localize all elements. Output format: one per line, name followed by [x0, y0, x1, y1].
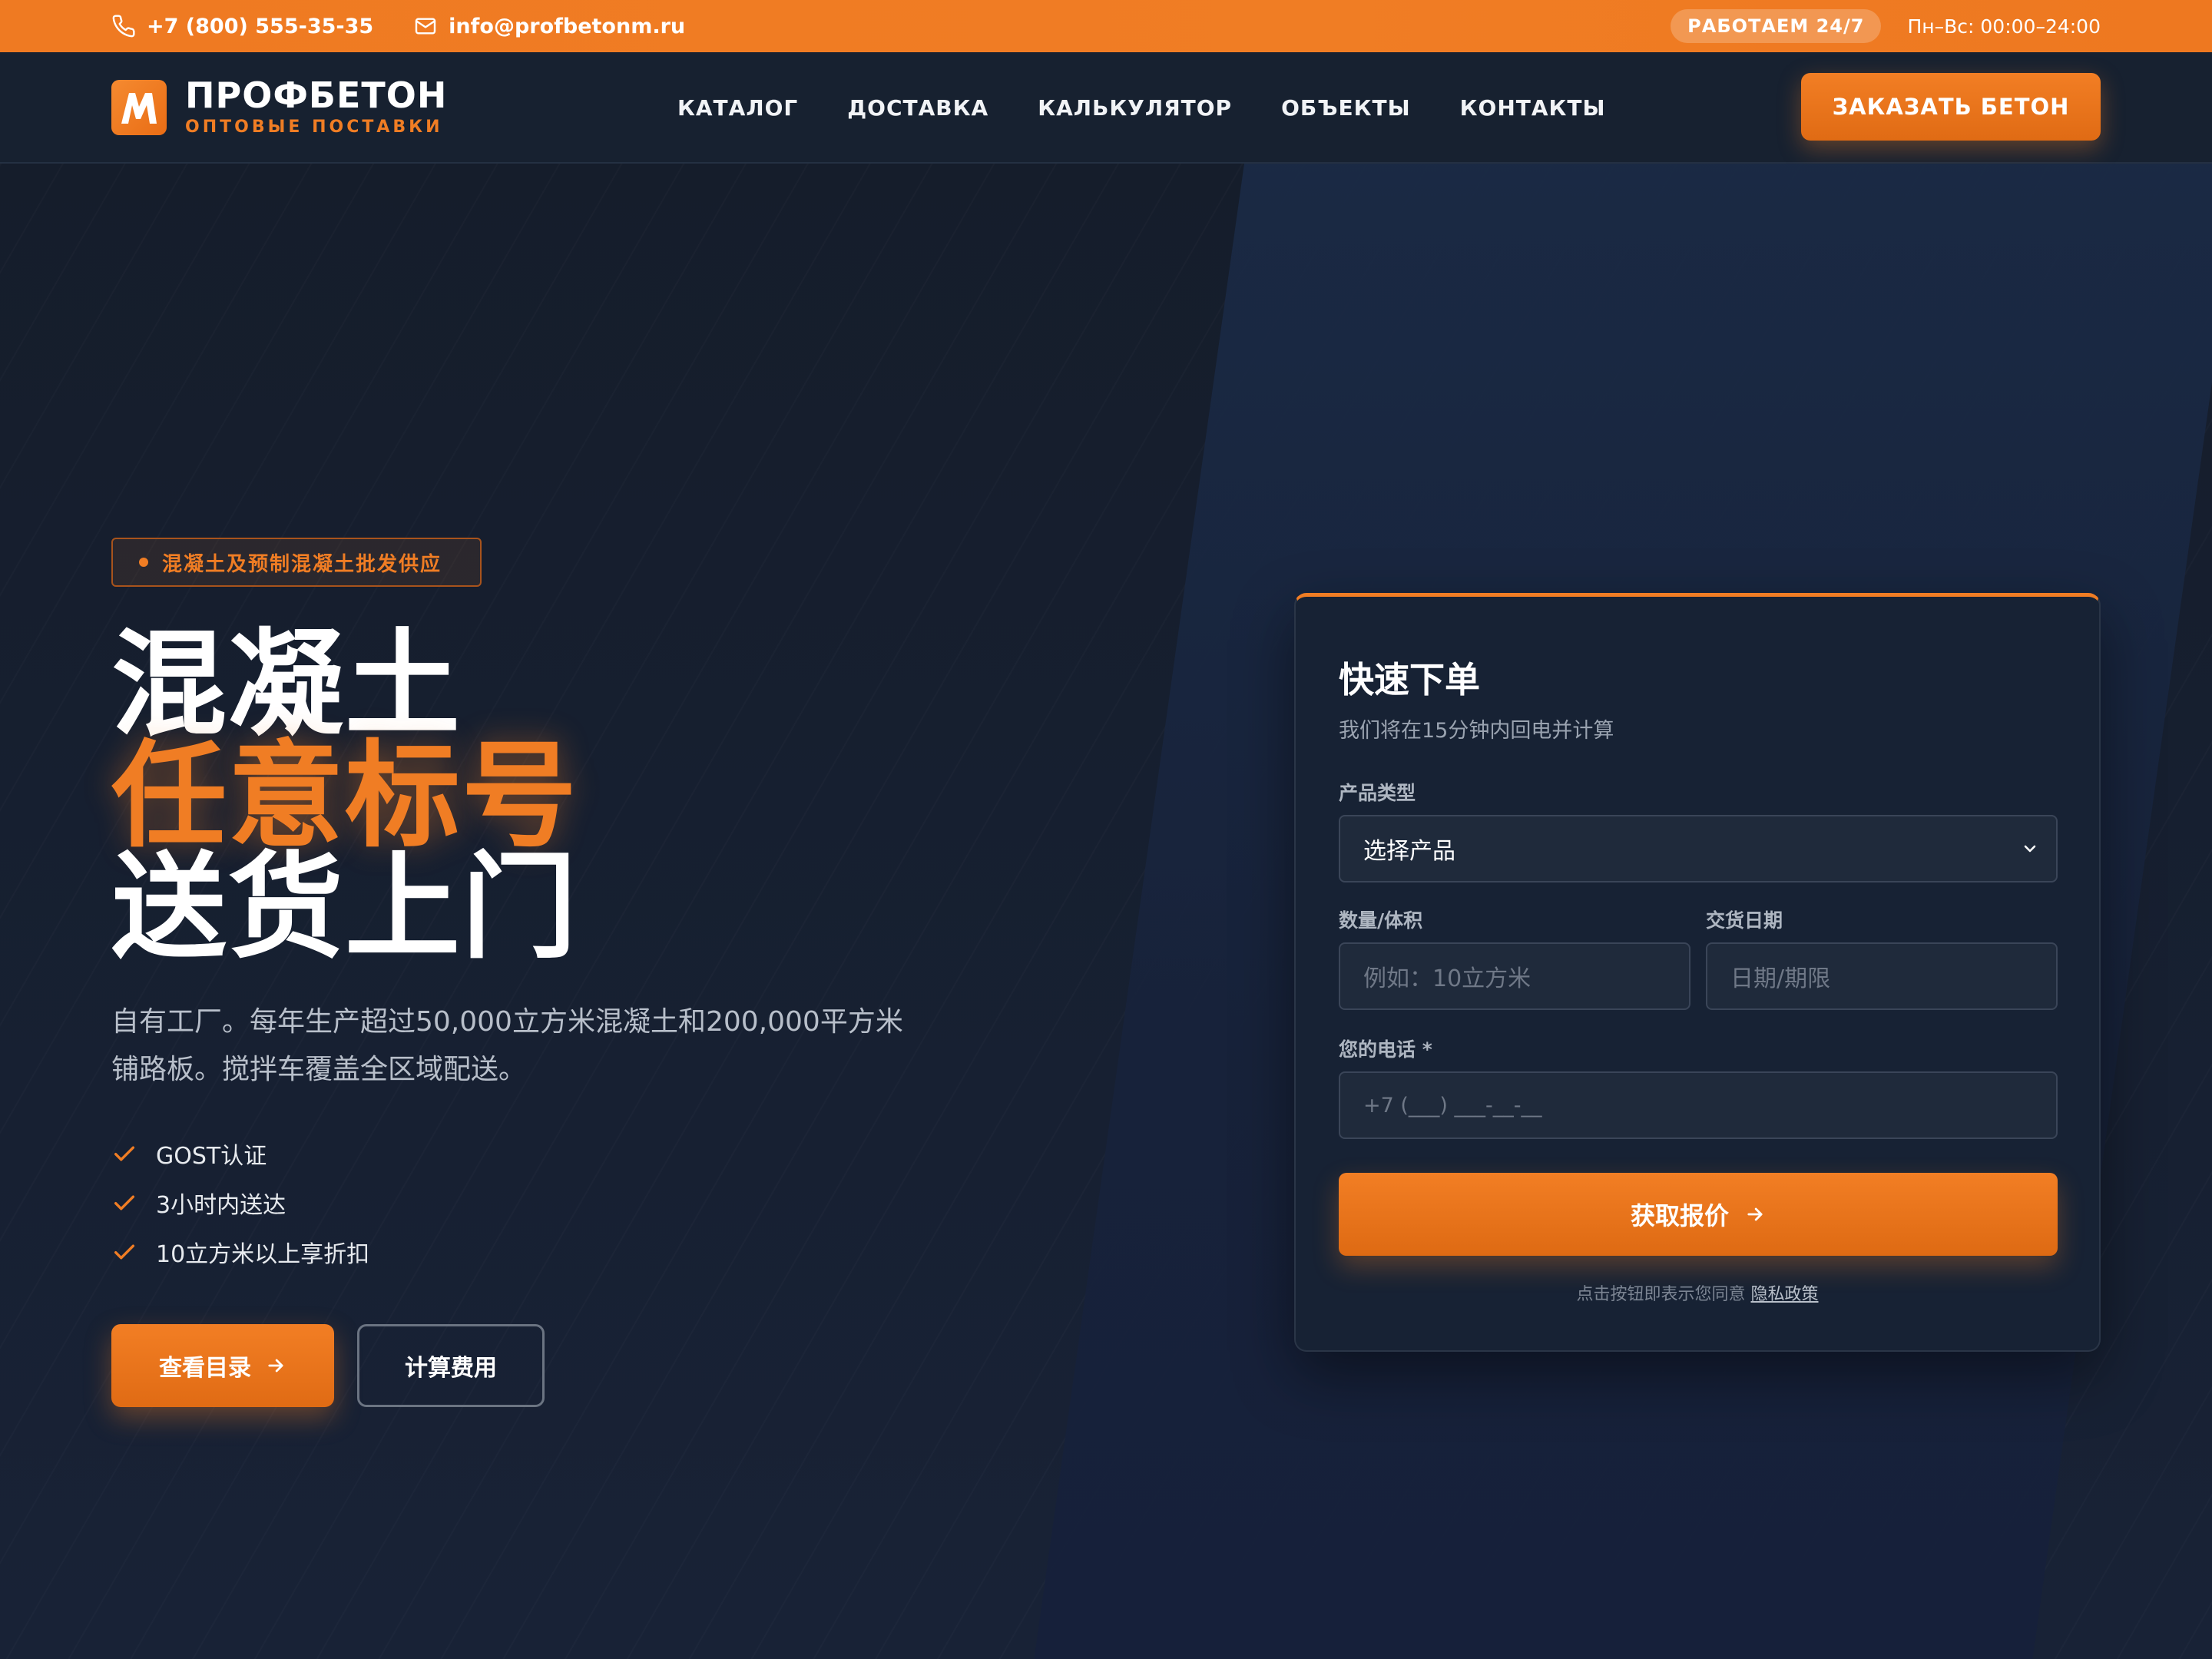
feature-item: GOST认证: [111, 1129, 369, 1178]
top-bar-hours: РАБОТАЕМ 24/7 Пн–Вс: 00:00–24:00: [1671, 9, 2101, 43]
hero-tagline: 混凝土及预制混凝土批发供应: [111, 538, 482, 587]
quantity-label: 数量/体积: [1339, 909, 1423, 932]
nav-calculator[interactable]: КАЛЬКУЛЯТОР: [1038, 95, 1232, 121]
phone-text: +7 (800) 555-35-35: [147, 14, 374, 38]
quantity-input[interactable]: 例如：10立方米: [1339, 942, 1690, 1010]
logo-m-icon: [111, 79, 167, 135]
arrow-right-icon: [268, 1359, 283, 1373]
email-link[interactable]: info@profbetonm.ru: [413, 14, 685, 38]
feature-text: 3小时内送达: [156, 1192, 286, 1219]
phone-placeholder: +7 (___) ___-__-__: [1363, 1093, 1542, 1118]
hero-headline: 混凝土 任意标号 送货上门: [111, 618, 579, 975]
feature-text: 10立方米以上享折扣: [156, 1241, 370, 1268]
tagline-dot: [139, 558, 148, 567]
headline-line-1: 混凝土: [111, 618, 462, 752]
nav-delivery[interactable]: ДОСТАВКА: [847, 95, 988, 121]
feature-item: 3小时内送达: [111, 1178, 369, 1227]
top-bar-contacts: +7 (800) 555-35-35 info@profbetonm.ru: [111, 14, 725, 38]
form-subtitle: 我们将在15分钟内回电并计算: [1339, 719, 1614, 743]
quantity-placeholder: 例如：10立方米: [1363, 965, 1532, 992]
delivery-date-input[interactable]: 日期/期限: [1706, 942, 2058, 1010]
phone-input[interactable]: +7 (___) ___-__-__: [1339, 1071, 2058, 1139]
check-icon: [114, 1146, 135, 1161]
get-quote-label: 获取报价: [1630, 1201, 1729, 1230]
arrow-right-icon: [1747, 1207, 1763, 1221]
get-quote-button[interactable]: 获取报价: [1339, 1173, 2058, 1256]
nav-contacts[interactable]: КОНТАКТЫ: [1460, 95, 1606, 121]
privacy-text: 点击按钮即表示您同意: [1576, 1285, 1746, 1304]
order-concrete-button[interactable]: ЗАКАЗАТЬ БЕТОН: [1801, 73, 2101, 141]
check-icon: [114, 1195, 135, 1210]
privacy-policy-link[interactable]: 隐私政策: [1751, 1285, 1819, 1304]
feature-list: GOST认证 3小时内送达 10立方米以上享折扣: [111, 1129, 369, 1277]
headline-line-2: 任意标号: [111, 730, 579, 863]
form-title: 快速下单: [1339, 659, 1480, 700]
mail-icon: [415, 18, 436, 35]
headline-line-3: 送货上门: [111, 841, 579, 975]
phone-label: 您的电话 *: [1339, 1038, 1432, 1061]
logo-subtitle: ОПТОВЫЕ ПОСТАВКИ: [185, 118, 443, 137]
email-text: info@profbetonm.ru: [449, 14, 686, 38]
date-placeholder: 日期/期限: [1730, 965, 1831, 992]
logo[interactable]: ПРОФБЕТОН ОПТОВЫЕ ПОСТАВКИ: [111, 78, 447, 137]
check-icon: [114, 1244, 135, 1260]
view-catalog-label: 查看目录: [159, 1355, 251, 1382]
product-type-select[interactable]: 选择产品: [1339, 815, 2058, 882]
product-select-value: 选择产品: [1363, 838, 1455, 865]
logo-name: ПРОФБЕТОН: [185, 75, 448, 116]
privacy-note: 点击按钮即表示您同意 隐私政策: [1296, 1280, 2099, 1305]
phone-link[interactable]: +7 (800) 555-35-35: [111, 14, 373, 38]
product-type-label: 产品类型: [1339, 782, 1416, 804]
site-header: ПРОФБЕТОН ОПТОВЫЕ ПОСТАВКИ КАТАЛОГ ДОСТА…: [0, 52, 2212, 164]
delivery-date-label: 交货日期: [1706, 909, 1783, 932]
quick-order-card: 快速下单 我们将在15分钟内回电并计算 产品类型 选择产品 数量/体积 例如：1…: [1294, 593, 2101, 1352]
view-catalog-button[interactable]: 查看目录: [111, 1324, 334, 1407]
phone-icon: [112, 15, 135, 38]
logo-m-glyph: [121, 92, 157, 124]
nav-objects[interactable]: ОБЪЕКТЫ: [1281, 95, 1411, 121]
main-nav: КАТАЛОГ ДОСТАВКА КАЛЬКУЛЯТОР ОБЪЕКТЫ КОН…: [677, 52, 1655, 164]
working-hours: Пн–Вс: 00:00–24:00: [1907, 15, 2101, 38]
tagline-text: 混凝土及预制混凝土批发供应: [162, 552, 442, 576]
working-badge: РАБОТАЕМ 24/7: [1671, 9, 1882, 43]
nav-catalog[interactable]: КАТАЛОГ: [677, 95, 798, 121]
feature-item: 10立方米以上享折扣: [111, 1227, 369, 1277]
calculate-cost-button[interactable]: 计算费用: [357, 1324, 545, 1407]
hero-description: 自有工厂。每年生产超过50,000立方米混凝土和200,000平方米铺路板。搅拌…: [111, 1006, 903, 1085]
top-bar: +7 (800) 555-35-35 info@profbetonm.ru РА…: [0, 0, 2212, 52]
feature-text: GOST认证: [156, 1143, 267, 1170]
logo-text: ПРОФБЕТОН ОПТОВЫЕ ПОСТАВКИ: [185, 78, 447, 137]
chevron-down-icon: [2024, 845, 2036, 853]
